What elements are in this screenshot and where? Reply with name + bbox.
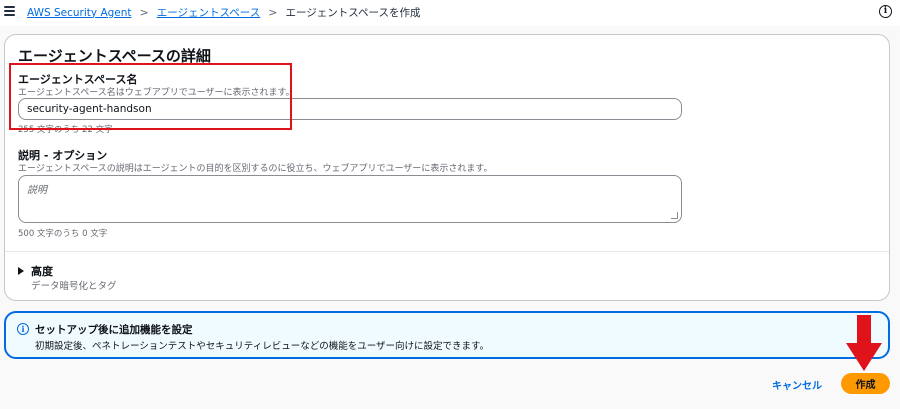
info-alert: i セットアップ後に追加機能を設定 初期設定後、ペネトレーションテストやセキュリ…	[4, 311, 890, 359]
annotation-arrow-icon	[846, 315, 882, 371]
info-icon[interactable]: i	[879, 5, 892, 18]
advanced-section-description: データ暗号化とタグ	[31, 281, 117, 292]
section-divider	[5, 251, 889, 252]
info-circle-icon: i	[17, 323, 29, 335]
description-help-text: エージェントスペースの説明はエージェントの目的を区別するのに役立ち、ウェブアプリ…	[18, 164, 493, 174]
breadcrumb: AWS Security Agent > エージェントスペース > エージェント…	[27, 5, 421, 20]
top-navigation-bar: AWS Security Agent > エージェントスペース > エージェント…	[0, 0, 900, 26]
hamburger-menu-icon[interactable]	[4, 6, 15, 16]
caret-right-icon	[18, 267, 24, 275]
breadcrumb-current-page: エージェントスペースを作成	[285, 7, 421, 19]
annotation-highlight-box	[9, 63, 292, 130]
description-counter: 500 文字のうち 0 文字	[18, 229, 108, 239]
alert-title: セットアップ後に追加機能を設定	[35, 324, 193, 336]
alert-body: 初期設定後、ペネトレーションテストやセキュリティレビューなどの機能をユーザー向け…	[35, 341, 490, 352]
advanced-section-label: 高度	[31, 265, 53, 278]
advanced-section-toggle[interactable]: 高度	[18, 263, 53, 279]
resize-handle-icon[interactable]	[671, 212, 678, 219]
breadcrumb-aws-security-agent[interactable]: AWS Security Agent	[27, 7, 132, 19]
description-placeholder: 説明	[27, 185, 47, 196]
breadcrumb-separator-icon: >	[139, 6, 149, 19]
create-button[interactable]: 作成	[841, 373, 890, 394]
breadcrumb-separator-icon: >	[268, 6, 278, 19]
description-textarea[interactable]: 説明	[18, 175, 682, 223]
cancel-button[interactable]: キャンセル	[766, 374, 828, 394]
breadcrumb-agent-spaces[interactable]: エージェントスペース	[157, 5, 261, 20]
